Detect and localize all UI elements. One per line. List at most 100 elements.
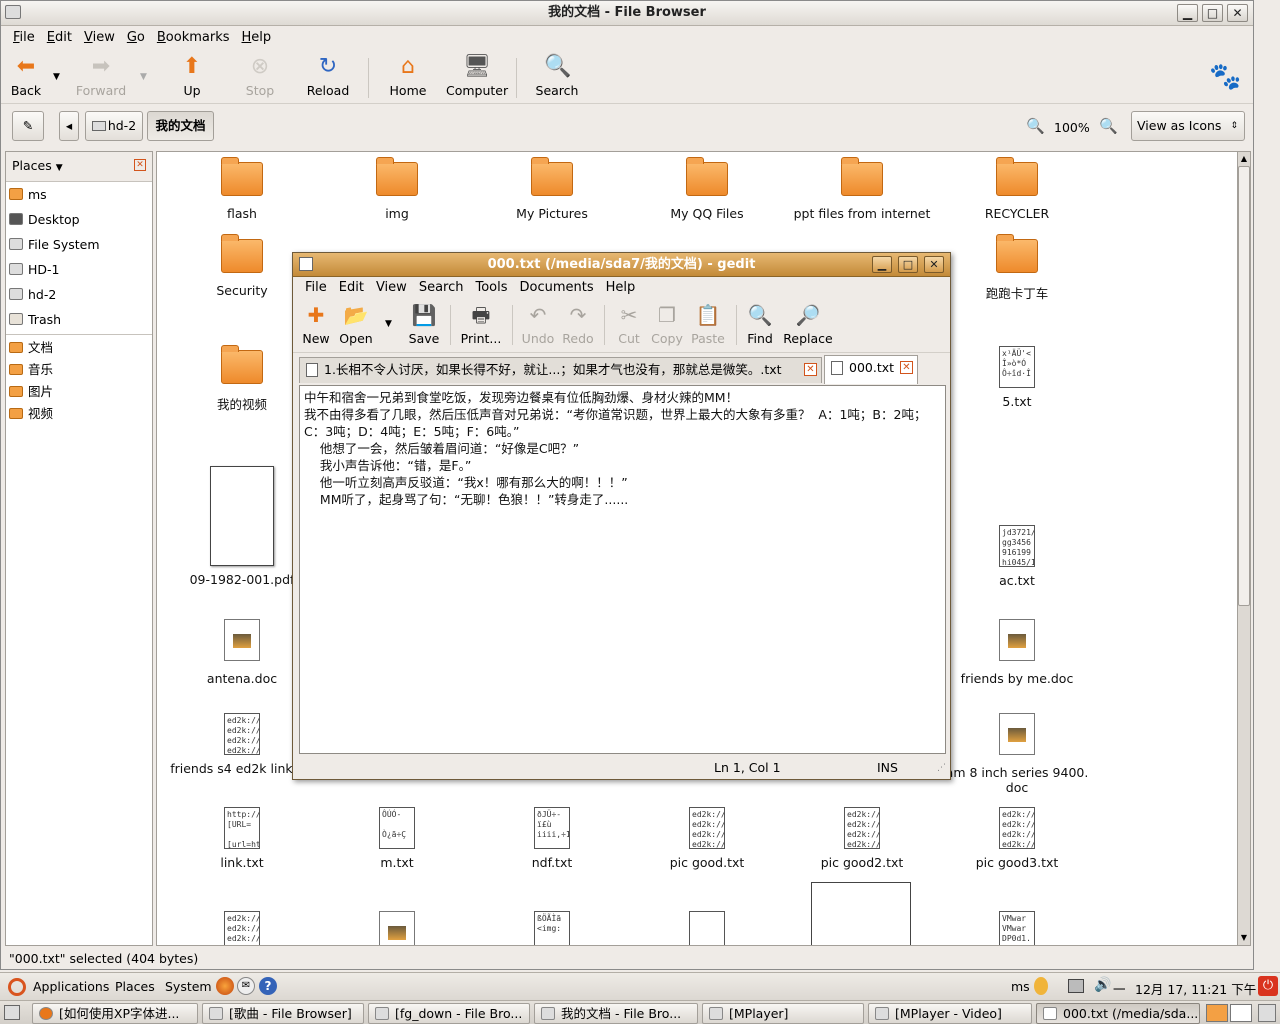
- sidebar-bookmark-docs[interactable]: 文档: [6, 337, 152, 359]
- gedit-menu-tools[interactable]: Tools: [469, 277, 513, 299]
- show-desktop-icon[interactable]: [4, 1005, 20, 1020]
- update-notifier-icon[interactable]: [1034, 977, 1048, 995]
- keyboard-indicator[interactable]: 一: [1113, 979, 1126, 998]
- close-sidebar-icon[interactable]: ✕: [134, 159, 146, 171]
- system-menu[interactable]: System: [165, 979, 212, 994]
- firefox-launcher-icon[interactable]: [216, 977, 234, 995]
- gedit-menu-documents[interactable]: Documents: [514, 277, 600, 299]
- folder-item[interactable]: 跑跑卡丁车: [942, 234, 1092, 302]
- clock[interactable]: 12月 17, 11:21 下午: [1135, 979, 1256, 998]
- print-button[interactable]: 🖶 Print...: [459, 302, 503, 346]
- taskbar-item[interactable]: [如何使用XP字体进...: [32, 1003, 198, 1024]
- forward-history-dropdown-icon[interactable]: ▼: [140, 72, 147, 82]
- close-tab-icon[interactable]: ✕: [900, 361, 913, 374]
- menu-help[interactable]: Help: [236, 27, 278, 49]
- gedit-titlebar[interactable]: 000.txt (/media/sda7/我的文档) - gedit ▁ □ ✕: [293, 253, 950, 277]
- taskbar-item[interactable]: [MPlayer]: [702, 1003, 864, 1024]
- file-item[interactable]: [632, 911, 782, 945]
- find-button[interactable]: 🔍 Find: [745, 302, 775, 346]
- file-item[interactable]: friends by me.doc: [942, 619, 1092, 686]
- save-button[interactable]: 💾 Save: [407, 302, 441, 346]
- taskbar-item[interactable]: [MPlayer - Video]: [868, 1003, 1032, 1024]
- gedit-maximize-button[interactable]: □: [898, 256, 918, 273]
- path-button-current[interactable]: 我的文档: [147, 111, 214, 141]
- menu-view[interactable]: View: [78, 27, 121, 49]
- volume-icon[interactable]: 🔊: [1094, 977, 1111, 993]
- mail-launcher-icon[interactable]: ✉: [237, 977, 255, 995]
- tab-document-1[interactable]: 1.长相不令人讨厌，如果长得不好，就让...；如果才气也没有，那就总是微笑。.t…: [299, 357, 822, 383]
- open-button[interactable]: 📂 Open: [339, 302, 373, 346]
- file-item[interactable]: ßÖÃÌã <img:: [477, 911, 627, 945]
- folder-item[interactable]: ppt files from internet: [787, 157, 937, 221]
- path-button-hd-2[interactable]: hd-2: [85, 111, 143, 141]
- sidebar-item-hd-2[interactable]: hd-2: [6, 282, 152, 307]
- menu-go[interactable]: Go: [121, 27, 151, 49]
- help-launcher-icon[interactable]: ?: [259, 977, 277, 995]
- copy-button[interactable]: ❐ Copy: [651, 302, 683, 346]
- sidebar-item-trash[interactable]: Trash: [6, 307, 152, 332]
- sidebar-item-filesystem[interactable]: File System: [6, 232, 152, 257]
- file-item[interactable]: ðJÜ÷- ï£ù iiii,÷1 ndf.txt: [477, 807, 627, 870]
- gedit-menu-help[interactable]: Help: [600, 277, 642, 299]
- image-thumbnail-icon[interactable]: [811, 882, 911, 945]
- file-item[interactable]: x¹ÄÜ'< Î»ò*Ó Ô÷îd·Î 5.txt: [942, 346, 1092, 409]
- cut-button[interactable]: ✂ Cut: [615, 302, 643, 346]
- file-item[interactable]: ÔÚÓ- Ò¿ã÷Ç m.txt: [322, 807, 472, 870]
- file-item[interactable]: VMwar VMwar DP0d1.: [942, 911, 1092, 945]
- text-editor-area[interactable]: 中午和宿舍一兄弟到食堂吃饭，发现旁边餐桌有位低胸劲爆、身材火辣的MM！ 我不由得…: [299, 385, 946, 754]
- menu-bookmarks[interactable]: Bookmarks: [151, 27, 236, 49]
- zoom-in-icon[interactable]: 🔍: [1099, 117, 1118, 135]
- zoom-level[interactable]: 100%: [1054, 120, 1090, 135]
- maximize-button[interactable]: □: [1202, 4, 1223, 22]
- scroll-down-icon[interactable]: ▼: [1238, 931, 1250, 945]
- gedit-close-button[interactable]: ✕: [924, 256, 944, 273]
- back-history-dropdown-icon[interactable]: ▼: [53, 72, 60, 82]
- replace-button[interactable]: 🔎 Replace: [783, 302, 833, 346]
- path-scroll-left-button[interactable]: ◂: [59, 111, 79, 141]
- zoom-out-icon[interactable]: 🔍: [1026, 117, 1045, 135]
- sidebar-header[interactable]: Places ▼ ✕: [6, 152, 152, 182]
- recent-files-dropdown-icon[interactable]: ▼: [385, 319, 392, 329]
- search-button[interactable]: 🔍 Search: [533, 54, 581, 98]
- reload-button[interactable]: ↻ Reload: [304, 54, 352, 98]
- forward-button[interactable]: ➡ Forward: [75, 54, 127, 98]
- up-button[interactable]: ⬆ Up: [177, 54, 207, 98]
- computer-button[interactable]: 🖥 Computer: [446, 54, 508, 98]
- file-item[interactable]: jd3721/ gg3456 916199 hi045/1 ac.txt: [942, 525, 1092, 588]
- back-button[interactable]: ⬅ Back: [9, 54, 43, 98]
- sidebar-item-desktop[interactable]: Desktop: [6, 207, 152, 232]
- sidebar-bookmark-videos[interactable]: 视频: [6, 403, 152, 425]
- window-menu-icon[interactable]: [5, 5, 21, 19]
- close-tab-icon[interactable]: ✕: [804, 363, 817, 376]
- file-item[interactable]: am 8 inch series 9400. doc: [942, 713, 1092, 795]
- file-item[interactable]: ed2k:// ed2k:// ed2k:// ed2k://pic good2…: [787, 807, 937, 870]
- menu-edit[interactable]: Edit: [41, 27, 78, 49]
- view-as-select[interactable]: View as Icons ⇕: [1131, 111, 1245, 141]
- vertical-scrollbar[interactable]: ▲ ▼: [1237, 151, 1251, 946]
- stop-button[interactable]: ⊗ Stop: [243, 54, 277, 98]
- taskbar-item[interactable]: [fg_down - File Bro...: [368, 1003, 530, 1024]
- taskbar-item[interactable]: 我的文档 - File Bro...: [534, 1003, 698, 1024]
- file-item[interactable]: [322, 911, 472, 945]
- folder-item[interactable]: flash: [167, 157, 317, 221]
- network-icon[interactable]: [1068, 979, 1084, 993]
- sidebar-bookmark-music[interactable]: 音乐: [6, 359, 152, 381]
- gedit-menu-search[interactable]: Search: [413, 277, 470, 299]
- sidebar-item-hd-1[interactable]: HD-1: [6, 257, 152, 282]
- workspace-switcher-1[interactable]: [1206, 1004, 1228, 1022]
- gedit-app-icon[interactable]: [299, 257, 313, 271]
- folder-item[interactable]: My Pictures: [477, 157, 627, 221]
- gedit-menu-file[interactable]: File: [299, 277, 333, 299]
- paste-button[interactable]: 📋 Paste: [691, 302, 725, 346]
- redo-button[interactable]: ↷ Redo: [561, 302, 595, 346]
- sidebar-item-ms[interactable]: ms: [6, 182, 152, 207]
- gedit-menu-edit[interactable]: Edit: [333, 277, 370, 299]
- user-name[interactable]: ms: [1011, 979, 1030, 994]
- power-icon[interactable]: ⏻: [1258, 976, 1278, 996]
- gedit-menu-view[interactable]: View: [370, 277, 413, 299]
- trash-applet-icon[interactable]: [1258, 1004, 1276, 1022]
- minimize-button[interactable]: ▁: [1177, 4, 1198, 22]
- gedit-minimize-button[interactable]: ▁: [872, 256, 892, 273]
- file-item[interactable]: ed2k:// ed2k:// ed2k:// ed2k://pic good.…: [632, 807, 782, 870]
- menu-file[interactable]: File: [7, 27, 41, 49]
